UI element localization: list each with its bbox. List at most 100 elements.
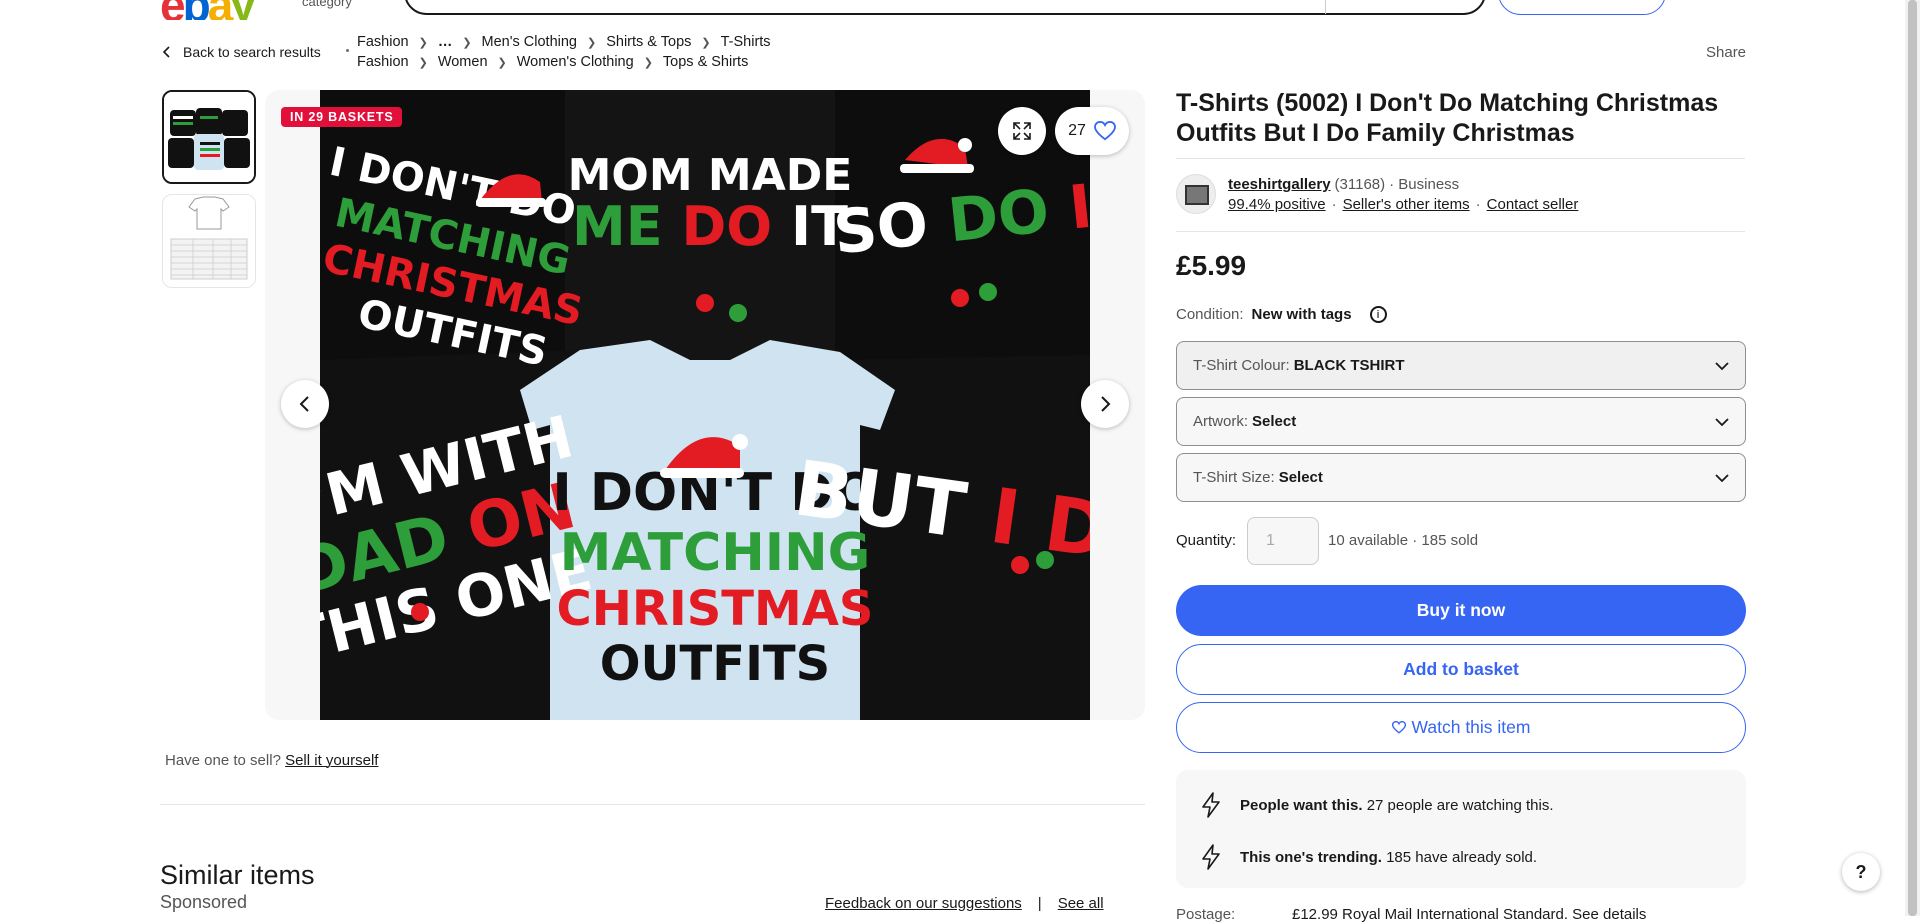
chevron-right-icon: ❯: [462, 36, 472, 49]
buy-it-now-button[interactable]: Buy it now: [1176, 585, 1746, 636]
sell-prompt: Have one to sell? Sell it yourself: [165, 752, 378, 769]
separator-dot: ·: [1475, 196, 1481, 213]
in-baskets-badge: IN 29 BASKETS: [281, 107, 403, 127]
quantity-input[interactable]: 1: [1247, 517, 1319, 565]
search-button[interactable]: [1498, 0, 1666, 15]
chevron-left-icon: [162, 46, 170, 58]
breadcrumb-item[interactable]: Women's Clothing: [517, 54, 634, 70]
seller-links: 99.4% positive · Seller's other items · Co…: [1228, 196, 1578, 213]
thumbnail-1[interactable]: [162, 90, 256, 184]
sell-it-yourself-link[interactable]: Sell it yourself: [285, 752, 378, 769]
signal-text: 27 people are watching this.: [1366, 796, 1554, 814]
chevron-right-icon: ❯: [643, 56, 653, 69]
select-label: Artwork:: [1193, 413, 1249, 430]
previous-image-button[interactable]: [281, 380, 329, 428]
chevron-down-icon: [1715, 418, 1729, 427]
lightning-icon: [1202, 844, 1220, 870]
condition-row: Condition: New with tags i: [1176, 306, 1387, 323]
breadcrumb-item[interactable]: Men's Clothing: [482, 34, 577, 50]
similar-items-heading: Similar items: [160, 860, 315, 890]
expand-image-button[interactable]: [998, 107, 1046, 155]
seller-other-items-link[interactable]: Seller's other items: [1343, 196, 1470, 213]
signal-bold: People want this.: [1240, 796, 1363, 814]
info-icon[interactable]: i: [1369, 306, 1387, 323]
breadcrumb-item[interactable]: Tops & Shirts: [663, 54, 748, 70]
item-price: £5.99: [1176, 250, 1247, 281]
item-title: T-Shirts (5002) I Don't Do Matching Chri…: [1176, 89, 1719, 147]
seller-name-link[interactable]: teeshirtgallery: [1228, 176, 1331, 193]
image-gallery: I DON'T DO MATCHING CHRISTMAS OUTFITS MO…: [265, 90, 1145, 720]
sell-question: Have one to sell?: [165, 752, 281, 769]
size-select[interactable]: T-Shirt Size: Select: [1176, 453, 1746, 502]
seller-positive-link[interactable]: 99.4% positive: [1228, 196, 1326, 213]
contact-seller-link[interactable]: Contact seller: [1487, 196, 1579, 213]
signal-text: 185 have already sold.: [1386, 848, 1538, 866]
availability-text: 10 available · 185 sold: [1328, 532, 1479, 549]
colour-select[interactable]: T-Shirt Colour: BLACK TSHIRT: [1176, 341, 1746, 390]
svg-text:OUTFITS: OUTFITS: [600, 636, 830, 692]
logo-letter-y: y: [230, 0, 256, 20]
chevron-left-icon: [299, 396, 309, 412]
separator-dot: ·: [1331, 196, 1337, 213]
breadcrumb-item[interactable]: Women: [438, 54, 488, 70]
share-link[interactable]: Share: [1706, 44, 1746, 61]
chevron-right-icon: ❯: [497, 56, 507, 69]
logo-letter-b: b: [183, 0, 211, 20]
chevron-down-icon: [1715, 362, 1729, 371]
feedback-link[interactable]: Feedback on our suggestions: [825, 895, 1022, 912]
logo-letter-e: e: [160, 0, 186, 20]
breadcrumb-item[interactable]: T-Shirts: [721, 34, 771, 50]
watch-count-button[interactable]: 27: [1055, 107, 1129, 155]
signal-item: This one's trending. 185 have already so…: [1200, 844, 1537, 870]
watch-item-button[interactable]: Watch this item: [1176, 702, 1746, 753]
watch-count: 27: [1068, 122, 1086, 139]
scrollbar[interactable]: [1905, 0, 1920, 916]
add-to-basket-button[interactable]: Add to basket: [1176, 644, 1746, 695]
select-label: T-Shirt Colour:: [1193, 357, 1290, 374]
logo-letter-a: a: [208, 0, 234, 20]
back-to-search-link[interactable]: Back to search results: [161, 44, 321, 60]
thumbnail-2[interactable]: [162, 194, 256, 288]
condition-value: New with tags: [1251, 306, 1352, 323]
sponsored-label: Sponsored: [160, 892, 248, 912]
quantity-label: Quantity:: [1176, 532, 1237, 549]
chevron-right-icon: ❯: [418, 56, 428, 69]
shirts-thumbnail-image: [164, 92, 254, 182]
ebay-logo[interactable]: ebay: [160, 0, 256, 20]
heart-icon: [1391, 721, 1406, 734]
select-value: Select: [1252, 413, 1297, 430]
help-button[interactable]: ?: [1842, 853, 1880, 891]
product-photo[interactable]: I DON'T DO MATCHING CHRISTMAS OUTFITS MO…: [281, 90, 1145, 720]
artwork-select[interactable]: Artwork: Select: [1176, 397, 1746, 446]
chevron-right-icon: ❯: [701, 36, 711, 49]
select-value: BLACK TSHIRT: [1293, 357, 1405, 374]
urgency-signals: People want this. 27 people are watching…: [1176, 770, 1746, 888]
seller-logo-image: [1177, 175, 1215, 213]
breadcrumb-more-button[interactable]: …: [438, 34, 453, 50]
separator-dot: [346, 49, 349, 52]
svg-text:CHRISTMAS: CHRISTMAS: [556, 581, 873, 637]
seller-type: · Business: [1389, 176, 1460, 193]
seller-avatar[interactable]: [1176, 174, 1216, 214]
select-label: T-Shirt Size:: [1193, 469, 1275, 486]
svg-text:ME DO IT: ME DO IT: [572, 195, 848, 258]
see-all-link[interactable]: See all: [1058, 895, 1104, 912]
postage-label: Postage:: [1176, 906, 1236, 923]
next-image-button[interactable]: [1081, 380, 1129, 428]
postage-value: £12.99 Royal Mail International Standard…: [1292, 906, 1647, 923]
chevron-right-icon: [1101, 396, 1111, 412]
breadcrumb-secondary: Fashion ❯ Women ❯ Women's Clothing ❯ Tops &…: [357, 54, 748, 70]
breadcrumb-item[interactable]: Shirts & Tops: [606, 34, 691, 50]
scrollbar-thumb[interactable]: [1908, 0, 1917, 916]
divider: [1176, 231, 1745, 232]
shop-by-category[interactable]: category: [302, 0, 352, 9]
signal-bold: This one's trending.: [1240, 848, 1382, 866]
similar-items-actions: Feedback on our suggestions | See all: [825, 895, 1104, 912]
breadcrumb-item[interactable]: Fashion: [357, 54, 409, 70]
svg-text:MOM MADE: MOM MADE: [568, 150, 853, 201]
breadcrumb-item[interactable]: Fashion: [357, 34, 409, 50]
lightning-icon: [1202, 792, 1220, 818]
search-input[interactable]: [404, 0, 1486, 15]
condition-label: Condition:: [1176, 306, 1244, 323]
search-divider: [1325, 0, 1326, 14]
